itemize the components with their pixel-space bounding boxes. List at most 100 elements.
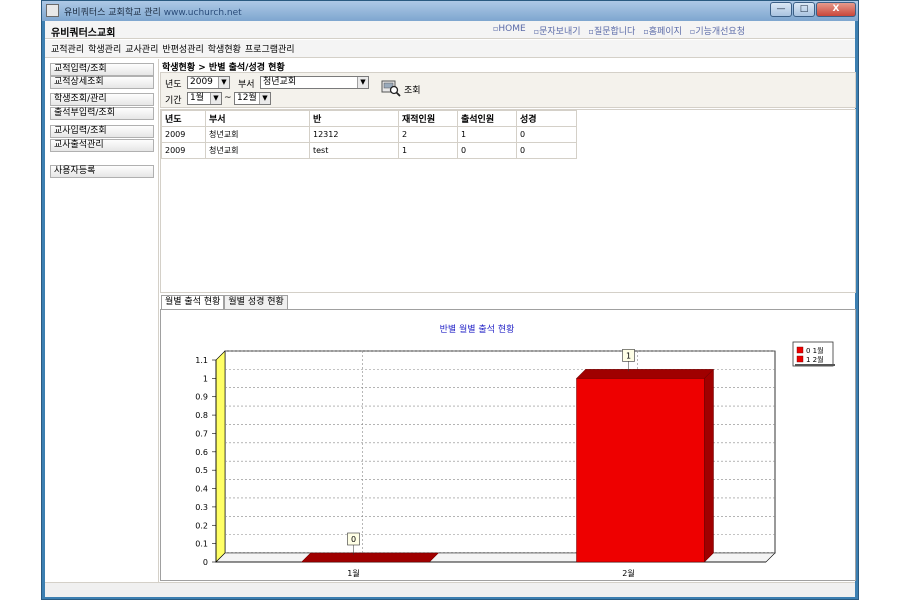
chevron-down-icon: ▼: [210, 93, 221, 104]
period-separator: ~: [224, 93, 232, 103]
to-month-value: 12월: [237, 93, 257, 103]
cell-bible: 0: [516, 126, 577, 143]
chevron-down-icon: ▼: [218, 77, 229, 88]
chart-panel: 반별 월별 출석 현황 0 0.1 0.2 0.3 0.4 0.5 0.6 0.7 0.8 0.9 1…: [160, 309, 856, 581]
link-send-message[interactable]: 문자보내기: [534, 24, 580, 37]
legend-label: 1 2월: [806, 355, 824, 364]
menu-item-students[interactable]: 학생관리: [88, 42, 121, 55]
menu-item-church-records[interactable]: 교적관리: [51, 42, 84, 55]
column-header-year[interactable]: 년도: [161, 110, 206, 127]
sidebar-item-record-detail[interactable]: 교적상세조회: [50, 76, 154, 89]
link-questions[interactable]: 질문합니다: [589, 24, 635, 37]
header-bar: 유비쿼터스교회 HOME 문자보내기 질문합니다 홈페이지 기능개선요청: [45, 21, 855, 39]
search-button-label: 조회: [404, 86, 421, 96]
attendance-table: 년도 부서 반 재적인원 출석인원 성경 2009 청년교회 12312 2 1: [161, 110, 577, 159]
sidebar-item-record-entry[interactable]: 교적입력/조회: [50, 63, 154, 76]
column-header-dept[interactable]: 부서: [205, 110, 310, 127]
chevron-down-icon: ▼: [259, 93, 270, 104]
legend-swatch: [796, 346, 804, 354]
y-tick-label: 0.8: [195, 411, 208, 420]
sidebar-item-attendance-entry[interactable]: 출석부입력/조회: [50, 107, 154, 120]
chart-tabs: 월별 출석 현황 월별 성경 현황: [161, 295, 288, 309]
title-bar[interactable]: 유비쿼터스 교회학교 관리 www.uchurch.net — □ X: [42, 1, 858, 21]
data-label: 1: [626, 351, 631, 360]
bar-top: [575, 369, 715, 379]
cell-enrolled: 1: [398, 142, 458, 159]
sidebar-item-student-manage[interactable]: 학생조회/관리: [50, 93, 154, 106]
x-tick-label: 2월: [622, 568, 634, 578]
tab-monthly-bible[interactable]: 월별 성경 현황: [224, 295, 288, 309]
y-tick-label: 0.4: [195, 485, 208, 494]
y-tick-label: 0.6: [195, 448, 208, 457]
year-select[interactable]: 2009 ▼: [187, 76, 230, 89]
tab-monthly-attendance[interactable]: 월별 출석 현황: [161, 295, 225, 309]
dept-label: 부서: [238, 80, 255, 90]
table-row[interactable]: 2009 청년교회 12312 2 1 0: [161, 126, 577, 143]
filter-panel: 년도 2009 ▼ 부서 청년교회 ▼ 기간 1월 ▼ ~ 12월 ▼ 조회: [160, 72, 856, 108]
y-tick-label: 0: [203, 558, 208, 567]
client-area: 유비쿼터스교회 HOME 문자보내기 질문합니다 홈페이지 기능개선요청 교적관…: [45, 21, 856, 597]
y-tick-label: 0.2: [195, 521, 208, 530]
year-select-value: 2009: [190, 77, 213, 87]
brand-title: 유비쿼터스교회: [51, 28, 116, 39]
y-tick-label: 0.9: [195, 393, 208, 402]
column-header-attended[interactable]: 출석인원: [457, 110, 517, 127]
sidebar-item-user-register[interactable]: 사용자등록: [50, 165, 154, 178]
menu-item-student-status[interactable]: 학생현황: [208, 42, 241, 55]
bar-side: [704, 368, 714, 563]
dept-select[interactable]: 청년교회 ▼: [260, 76, 369, 89]
menu-item-programs[interactable]: 프로그램관리: [245, 42, 295, 55]
window-title: 유비쿼터스 교회학교 관리 www.uchurch.net: [64, 5, 242, 18]
from-month-select[interactable]: 1월 ▼: [187, 92, 222, 105]
cell-attended: 1: [457, 126, 517, 143]
cell-dept: 청년교회: [205, 126, 310, 143]
year-label: 년도: [165, 80, 182, 90]
from-month-value: 1월: [190, 93, 205, 103]
y-tick-label: 1: [203, 374, 208, 383]
column-header-bible[interactable]: 성경: [516, 110, 577, 127]
search-icon: [381, 80, 401, 97]
window-title-text: 유비쿼터스 교회학교 관리: [64, 8, 161, 18]
chart-left-wall: [215, 350, 226, 563]
chart-title: 반별 월별 출석 현황: [440, 323, 515, 335]
cell-class: test: [309, 142, 399, 159]
data-label: 0: [351, 535, 356, 544]
menu-item-teachers[interactable]: 교사관리: [125, 42, 158, 55]
status-bar: [45, 582, 855, 597]
y-tick-label: 0.5: [195, 466, 208, 475]
link-homepage[interactable]: 홈페이지: [643, 24, 682, 37]
bar: [576, 378, 705, 563]
chevron-down-icon: ▼: [357, 77, 368, 88]
minimize-button[interactable]: —: [770, 2, 792, 17]
cell-class: 12312: [309, 126, 399, 143]
close-button[interactable]: X: [816, 2, 856, 17]
cell-enrolled: 2: [398, 126, 458, 143]
y-tick-label: 1.1: [195, 356, 208, 365]
legend-swatch: [796, 355, 804, 363]
menu-item-class-assignment[interactable]: 반편성관리: [162, 42, 203, 55]
period-label: 기간: [165, 96, 182, 106]
search-button[interactable]: 조회: [379, 78, 429, 100]
column-header-enrolled[interactable]: 재적인원: [398, 110, 458, 127]
sidebar-item-teacher-attendance[interactable]: 교사출석관리: [50, 139, 154, 152]
link-feature-request[interactable]: 기능개선요청: [690, 24, 745, 37]
legend-shadow: [795, 364, 835, 366]
table-row[interactable]: 2009 청년교회 test 1 0 0: [161, 142, 577, 159]
to-month-select[interactable]: 12월 ▼: [234, 92, 271, 105]
menu-bar: 교적관리 학생관리 교사관리 반편성관리 학생현황 프로그램관리: [45, 40, 855, 58]
link-home[interactable]: HOME: [493, 24, 525, 37]
data-grid: 년도 부서 반 재적인원 출석인원 성경 2009 청년교회 12312 2 1: [160, 109, 856, 293]
maximize-button[interactable]: □: [793, 2, 815, 17]
legend-label: 0 1월: [806, 346, 824, 355]
cell-year: 2009: [161, 126, 206, 143]
attendance-chart: 반별 월별 출석 현황 0 0.1 0.2 0.3 0.4 0.5 0.6 0.7 0.8 0.9 1…: [195, 323, 835, 578]
sidebar: 교적입력/조회 교적상세조회 학생조회/관리 출석부입력/조회 교사입력/조회 …: [45, 59, 159, 583]
top-links: HOME 문자보내기 질문합니다 홈페이지 기능개선요청: [493, 24, 745, 37]
cell-dept: 청년교회: [205, 142, 310, 159]
cell-year: 2009: [161, 142, 206, 159]
y-tick-label: 0.3: [195, 503, 208, 512]
sidebar-item-teacher-entry[interactable]: 교사입력/조회: [50, 125, 154, 138]
column-header-class[interactable]: 반: [309, 110, 399, 127]
table-header-row: 년도 부서 반 재적인원 출석인원 성경: [161, 110, 577, 127]
bar-top: [300, 552, 440, 563]
